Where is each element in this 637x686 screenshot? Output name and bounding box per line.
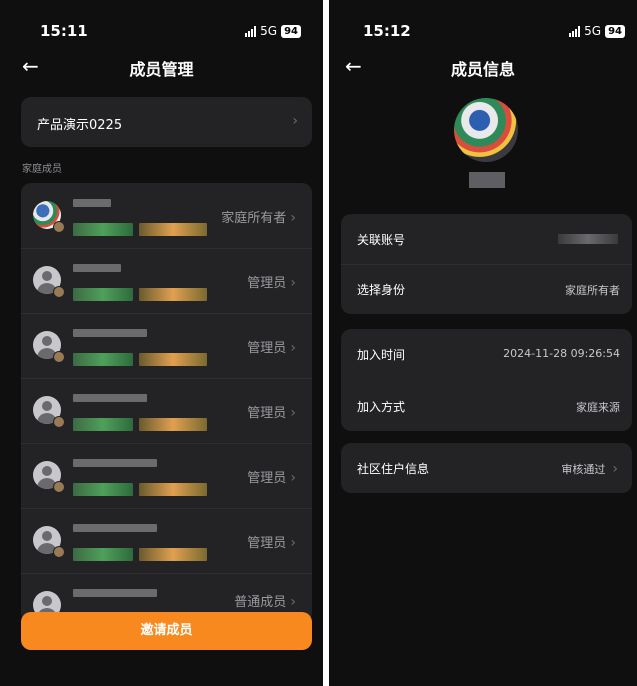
member-row[interactable]: 管理员 ›: [21, 378, 312, 444]
page-title: 成员信息: [450, 60, 515, 79]
member-row[interactable]: 管理员 ›: [21, 443, 312, 509]
member-role-text: 普通成员: [234, 595, 287, 610]
member-info-redacted: [139, 548, 207, 561]
member-role: 管理员 ›: [247, 532, 296, 551]
community-info-row[interactable]: 社区住户信息 审核通过 ›: [341, 443, 632, 493]
member-name-redacted: [73, 329, 147, 337]
nav-bar: ← 成员管理: [0, 52, 323, 84]
status-bar: 15:11 5G 94: [0, 22, 323, 42]
status-signal: 5G 94: [245, 24, 301, 38]
member-info-redacted: [139, 483, 207, 496]
member-role: 普通成员 ›: [234, 591, 296, 610]
badge-icon: [53, 546, 65, 558]
member-account-redacted: [73, 548, 133, 561]
community-info-content: 社区住户信息 审核通过 ›: [341, 443, 632, 493]
member-info-screen: 15:12 5G 94 ← 成员信息 关联账号 选择身份 家庭所有者 加入时间 …: [329, 0, 637, 686]
linked-account-label: 关联账号: [357, 233, 406, 247]
member-role-text: 管理员: [247, 276, 287, 291]
member-role: 家庭所有者 ›: [221, 207, 296, 226]
member-row[interactable]: 管理员 ›: [21, 508, 312, 574]
member-role: 管理员 ›: [247, 402, 296, 421]
join-info-card: 加入时间 2024-11-28 09:26:54 加入方式 家庭来源: [341, 329, 632, 431]
join-method-label: 加入方式: [357, 400, 406, 414]
member-info-redacted: [139, 223, 207, 236]
community-info-label: 社区住户信息: [357, 462, 430, 476]
join-time-row: 加入时间 2024-11-28 09:26:54: [341, 329, 632, 379]
member-role-text: 管理员: [247, 406, 287, 421]
badge-icon: [53, 481, 65, 493]
member-info-redacted: [139, 353, 207, 366]
signal-icon: [569, 25, 581, 37]
identity-label: 选择身份: [357, 283, 406, 297]
member-row[interactable]: 管理员 ›: [21, 313, 312, 379]
battery-icon: 94: [281, 24, 301, 38]
status-time: 15:11: [40, 22, 88, 40]
chevron-right-icon: ›: [290, 340, 296, 356]
identity-row[interactable]: 选择身份 家庭所有者: [341, 264, 632, 314]
join-time-label: 加入时间: [357, 348, 406, 362]
member-role-text: 管理员: [247, 471, 287, 486]
member-name-redacted: [73, 199, 111, 207]
join-time-value: 2024-11-28 09:26:54: [503, 347, 620, 360]
badge-icon: [53, 351, 65, 363]
member-name-redacted: [73, 264, 121, 272]
join-method-value: 家庭来源: [576, 401, 620, 414]
member-role: 管理员 ›: [247, 272, 296, 291]
community-status: 审核通过 ›: [561, 461, 618, 477]
network-label: 5G: [584, 24, 602, 38]
chevron-right-icon: ›: [290, 405, 296, 421]
chevron-right-icon: ›: [290, 594, 296, 610]
member-role-text: 管理员: [247, 341, 287, 356]
member-management-screen: 15:11 5G 94 ← 成员管理 产品演示0225 › 家庭成员 家庭所有者…: [0, 0, 323, 686]
member-name-redacted: [73, 459, 157, 467]
chevron-right-icon: ›: [290, 535, 296, 551]
status-time: 15:12: [363, 22, 411, 40]
member-account-redacted: [73, 418, 133, 431]
member-list: 家庭所有者 › 管理员 › 管理员 › 管理员 › 管理员 › 管理员 › 普通…: [21, 183, 312, 623]
badge-icon: [53, 286, 65, 298]
identity-value: 家庭所有者: [565, 284, 620, 297]
member-role: 管理员 ›: [247, 337, 296, 356]
chevron-right-icon: ›: [290, 210, 296, 226]
member-role: 管理员 ›: [247, 467, 296, 486]
nav-bar: ← 成员信息: [329, 52, 637, 84]
family-name-row[interactable]: 产品演示0225 ›: [21, 97, 312, 147]
member-name-redacted: [73, 524, 157, 532]
linked-account-redacted: [558, 234, 618, 244]
family-name: 产品演示0225: [37, 118, 123, 133]
member-role-text: 管理员: [247, 536, 287, 551]
member-info-redacted: [139, 418, 207, 431]
member-row[interactable]: 家庭所有者 ›: [21, 183, 312, 249]
chevron-right-icon: ›: [612, 461, 618, 477]
member-name-redacted: [469, 172, 505, 188]
member-name-redacted: [73, 394, 147, 402]
member-role-text: 家庭所有者: [221, 211, 287, 226]
chevron-right-icon: ›: [290, 470, 296, 486]
invite-member-button[interactable]: 邀请成员: [21, 612, 312, 650]
signal-icon: [245, 25, 257, 37]
battery-icon: 94: [605, 24, 625, 38]
member-row[interactable]: 管理员 ›: [21, 248, 312, 314]
member-account-redacted: [73, 483, 133, 496]
account-card: 关联账号 选择身份 家庭所有者: [341, 214, 632, 314]
section-label: 家庭成员: [22, 164, 62, 175]
owner-badge-icon: [53, 221, 65, 233]
community-status-text: 审核通过: [561, 463, 606, 476]
chevron-right-icon: ›: [290, 275, 296, 291]
join-method-row: 加入方式 家庭来源: [341, 381, 632, 431]
network-label: 5G: [260, 24, 278, 38]
member-name-redacted: [73, 589, 157, 597]
linked-account-row: 关联账号: [341, 214, 632, 265]
member-account-redacted: [73, 223, 133, 236]
status-bar: 15:12 5G 94: [329, 22, 637, 42]
member-info-redacted: [139, 288, 207, 301]
status-signal: 5G 94: [569, 24, 625, 38]
badge-icon: [53, 416, 65, 428]
member-account-redacted: [73, 353, 133, 366]
page-title: 成员管理: [129, 60, 194, 79]
member-avatar[interactable]: [454, 98, 518, 162]
member-account-redacted: [73, 288, 133, 301]
chevron-right-icon: ›: [292, 113, 298, 129]
